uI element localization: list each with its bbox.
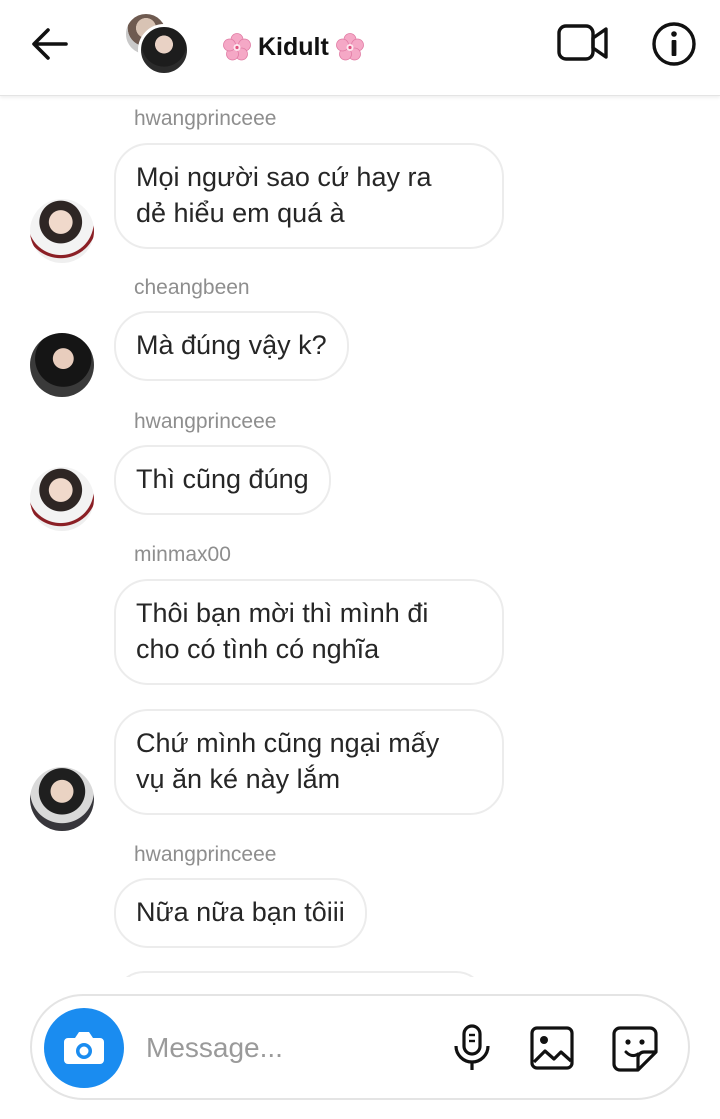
chat-title-group[interactable]: Kidult — [222, 30, 365, 64]
sticker-icon — [612, 1026, 658, 1072]
cherry-blossom-icon — [223, 33, 251, 61]
microphone-icon — [454, 1024, 490, 1070]
message-sender: cheangbeen — [134, 276, 250, 299]
cherry-blossom-icon — [335, 33, 364, 61]
message-bubble[interactable]: Mọi người sao cứ hay ra dẻ hiểu em quá à — [114, 143, 504, 249]
video-call-button[interactable] — [556, 20, 610, 66]
message-sender: hwangprinceee — [134, 410, 277, 433]
info-icon — [652, 22, 696, 66]
chat-header: Kidult — [0, 0, 720, 96]
message-line: Thì cũng đúng — [136, 464, 309, 494]
message-bubble[interactable]: Nữa nữa bạn tôiii — [114, 878, 367, 948]
group-avatar[interactable] — [124, 12, 190, 76]
camera-icon — [64, 1032, 104, 1064]
message-bubble[interactable]: Thôi bạn mời thì mình đi cho có tình có … — [114, 579, 504, 685]
message-line: cho có tình có nghĩa — [136, 634, 380, 664]
message-bubble[interactable] — [114, 971, 486, 977]
back-arrow-icon — [32, 28, 68, 60]
message-line: vụ ăn ké này lắm — [136, 764, 341, 794]
camera-button[interactable] — [44, 1008, 124, 1088]
message-input[interactable] — [146, 1026, 426, 1070]
avatar[interactable] — [30, 199, 94, 263]
message-line: Mà đúng vậy k? — [136, 330, 327, 360]
gallery-icon — [530, 1026, 574, 1070]
message-line: dẻ hiểu em quá à — [136, 198, 345, 228]
message-line: Mọi người sao cứ hay ra — [136, 162, 432, 192]
message-bubble[interactable]: Mà đúng vậy k? — [114, 311, 349, 381]
message-line: Thôi bạn mời thì mình đi — [136, 598, 429, 628]
message-thread[interactable]: hwangprinceee Mọi người sao cứ hay ra dẻ… — [0, 97, 720, 977]
message-composer — [30, 994, 690, 1100]
message-sender: minmax00 — [134, 543, 231, 566]
video-call-icon — [557, 24, 608, 61]
message-sender: hwangprinceee — [134, 107, 277, 130]
sticker-button[interactable] — [610, 1024, 660, 1074]
back-button[interactable] — [28, 22, 72, 66]
message-line: Nữa nữa bạn tôiii — [136, 897, 345, 927]
info-button[interactable] — [650, 20, 698, 68]
message-sender: hwangprinceee — [134, 843, 277, 866]
message-bubble[interactable]: Thì cũng đúng — [114, 445, 331, 515]
avatar[interactable] — [30, 467, 94, 531]
message-line: Chứ mình cũng ngại mấy — [136, 728, 440, 758]
chat-title: Kidult — [258, 32, 329, 61]
avatar[interactable] — [30, 333, 94, 397]
gallery-button[interactable] — [528, 1024, 576, 1072]
message-bubble[interactable]: Chứ mình cũng ngại mấy vụ ăn ké này lắm — [114, 709, 504, 815]
avatar[interactable] — [30, 767, 94, 831]
voice-message-button[interactable] — [450, 1024, 494, 1072]
group-avatar-front — [138, 24, 190, 76]
